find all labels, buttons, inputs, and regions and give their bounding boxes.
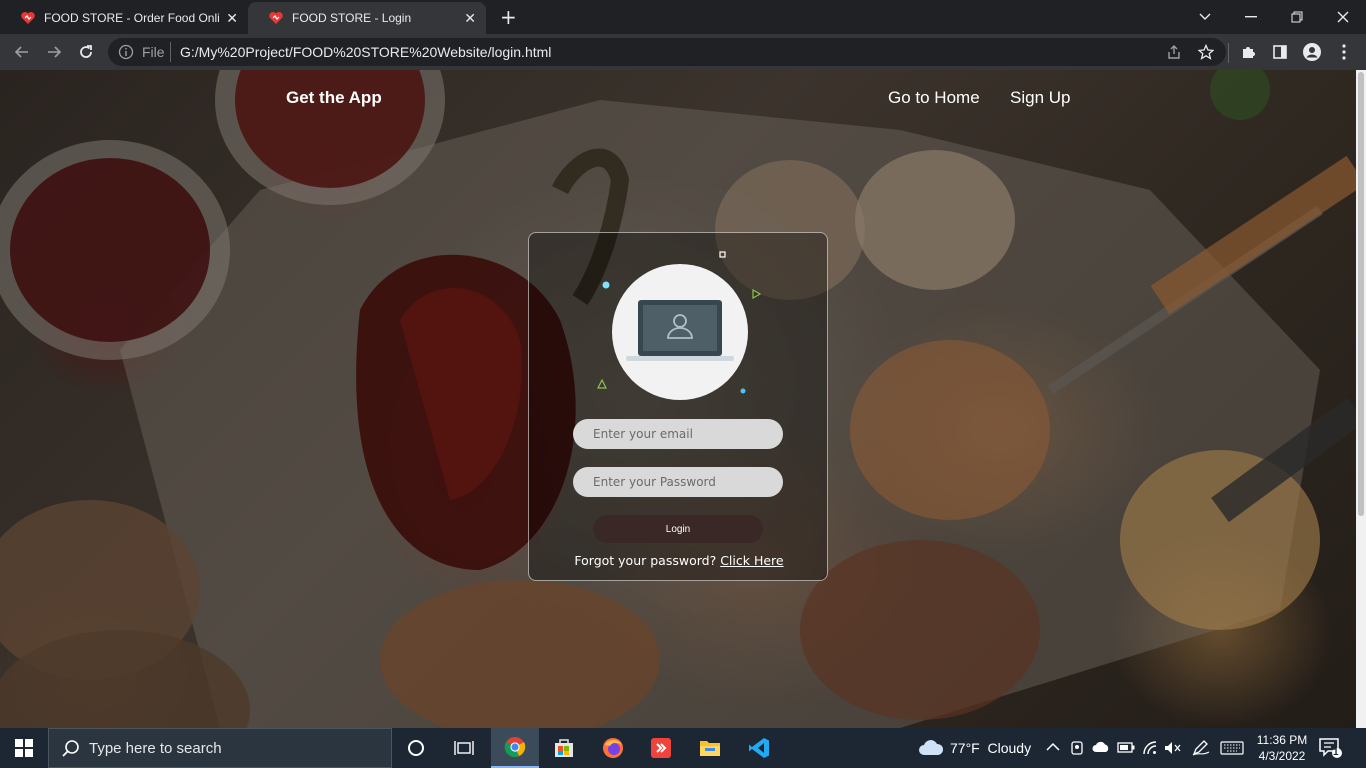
chrome-icon[interactable]	[491, 728, 539, 768]
heart-favicon-icon	[269, 12, 283, 24]
clock-date: 4/3/2022	[1258, 749, 1306, 763]
email-field[interactable]	[573, 419, 783, 449]
scrollbar-thumb[interactable]	[1358, 72, 1364, 516]
store-icon[interactable]	[540, 728, 588, 768]
login-card: Login Forgot your password? Click Here	[528, 232, 828, 581]
menu-icon[interactable]	[1334, 42, 1354, 62]
bookmark-star-icon[interactable]	[1198, 44, 1214, 60]
browser-toolbar: File G:/My%20Project/FOOD%20STORE%20Webs…	[0, 34, 1366, 70]
profile-icon[interactable]	[1302, 42, 1322, 62]
reload-icon[interactable]	[74, 40, 98, 64]
triangle-particle-icon	[597, 379, 607, 389]
taskbar-clock[interactable]: 11:36 PM 4/3/2022	[1252, 732, 1312, 764]
share-icon[interactable]	[1166, 44, 1182, 60]
vscode-icon[interactable]	[735, 728, 783, 768]
battery-icon[interactable]	[1117, 742, 1135, 753]
get-the-app-link[interactable]: Get the App	[286, 88, 382, 108]
volume-muted-icon[interactable]	[1164, 740, 1182, 756]
search-icon	[62, 740, 79, 757]
meet-now-icon[interactable]	[1070, 740, 1084, 756]
url-scheme-label: File	[142, 44, 165, 60]
info-icon[interactable]	[118, 44, 134, 60]
extensions-icon[interactable]	[1238, 42, 1258, 62]
task-view-icon[interactable]	[440, 728, 488, 768]
page-scrollbar[interactable]	[1356, 70, 1366, 728]
forgot-password-text: Forgot your password?	[574, 553, 717, 568]
password-field[interactable]	[573, 467, 783, 497]
tab-close-icon[interactable]: ✕	[226, 10, 238, 27]
triangle-particle-icon	[752, 289, 761, 299]
windows-start-icon[interactable]	[0, 728, 48, 768]
file-explorer-icon[interactable]	[686, 728, 734, 768]
taskbar-search-input[interactable]: Type here to search	[48, 728, 392, 768]
forward-icon[interactable]	[42, 40, 66, 64]
tab-search-chevron-icon[interactable]	[1182, 0, 1228, 34]
heart-favicon-icon	[21, 12, 35, 24]
click-here-link[interactable]: Click Here	[720, 553, 783, 568]
close-window-icon[interactable]	[1320, 0, 1366, 34]
browser-titlebar: FOOD STORE - Order Food Onlin ✕ FOOD STO…	[0, 0, 1366, 34]
clock-time: 11:36 PM	[1256, 733, 1308, 747]
login-button[interactable]: Login	[593, 515, 763, 543]
tab-title: FOOD STORE - Login	[292, 11, 412, 25]
weather-widget[interactable]: 77°F Cloudy	[950, 728, 1031, 768]
tab-close-icon[interactable]: ✕	[464, 10, 476, 27]
dot-particle-icon	[602, 281, 610, 289]
keyboard-icon[interactable]	[1220, 741, 1244, 755]
cloudy-weather-icon[interactable]	[918, 738, 944, 758]
square-particle-icon	[719, 251, 726, 258]
tab-login[interactable]: FOOD STORE - Login ✕	[248, 2, 486, 34]
anydesk-icon[interactable]	[637, 728, 685, 768]
search-placeholder: Type here to search	[89, 740, 222, 757]
taskbar: Type here to search 77°F Cloudy 11:36 PM…	[0, 728, 1366, 768]
wifi-icon[interactable]	[1142, 740, 1158, 756]
new-tab-icon[interactable]: +	[500, 5, 517, 29]
side-panel-icon[interactable]	[1270, 42, 1290, 62]
restore-icon[interactable]	[1274, 0, 1320, 34]
sign-up-link[interactable]: Sign Up	[1010, 88, 1070, 108]
url-text[interactable]: G:/My%20Project/FOOD%20STORE%20Website/l…	[180, 44, 551, 60]
laptop-user-icon	[626, 300, 734, 361]
tab-title: FOOD STORE - Order Food Onlin	[44, 11, 220, 25]
weather-temperature: 77°F	[950, 740, 980, 756]
cortana-icon[interactable]	[392, 728, 440, 768]
pen-icon[interactable]	[1192, 740, 1210, 756]
avatar	[612, 264, 748, 400]
tab-order-food[interactable]: FOOD STORE - Order Food Onlin ✕	[0, 2, 248, 34]
onedrive-cloud-icon[interactable]	[1092, 741, 1110, 753]
firefox-icon[interactable]	[589, 728, 637, 768]
page-viewport: Get the App Go to Home Sign Up Login For…	[0, 70, 1356, 728]
forgot-password-row: Forgot your password? Click Here	[529, 553, 829, 568]
notification-center-icon[interactable]: 1	[1318, 736, 1342, 760]
address-bar[interactable]: File G:/My%20Project/FOOD%20STORE%20Webs…	[108, 38, 1226, 66]
url-divider	[170, 42, 171, 62]
dot-particle-icon	[740, 388, 746, 394]
back-icon[interactable]	[10, 40, 34, 64]
show-hidden-icons-chevron-icon[interactable]	[1046, 742, 1060, 752]
minimize-icon[interactable]	[1228, 0, 1274, 34]
weather-condition: Cloudy	[987, 740, 1032, 756]
go-to-home-link[interactable]: Go to Home	[888, 88, 980, 108]
toolbar-divider	[1228, 43, 1229, 63]
notification-count: 1	[1333, 747, 1339, 758]
